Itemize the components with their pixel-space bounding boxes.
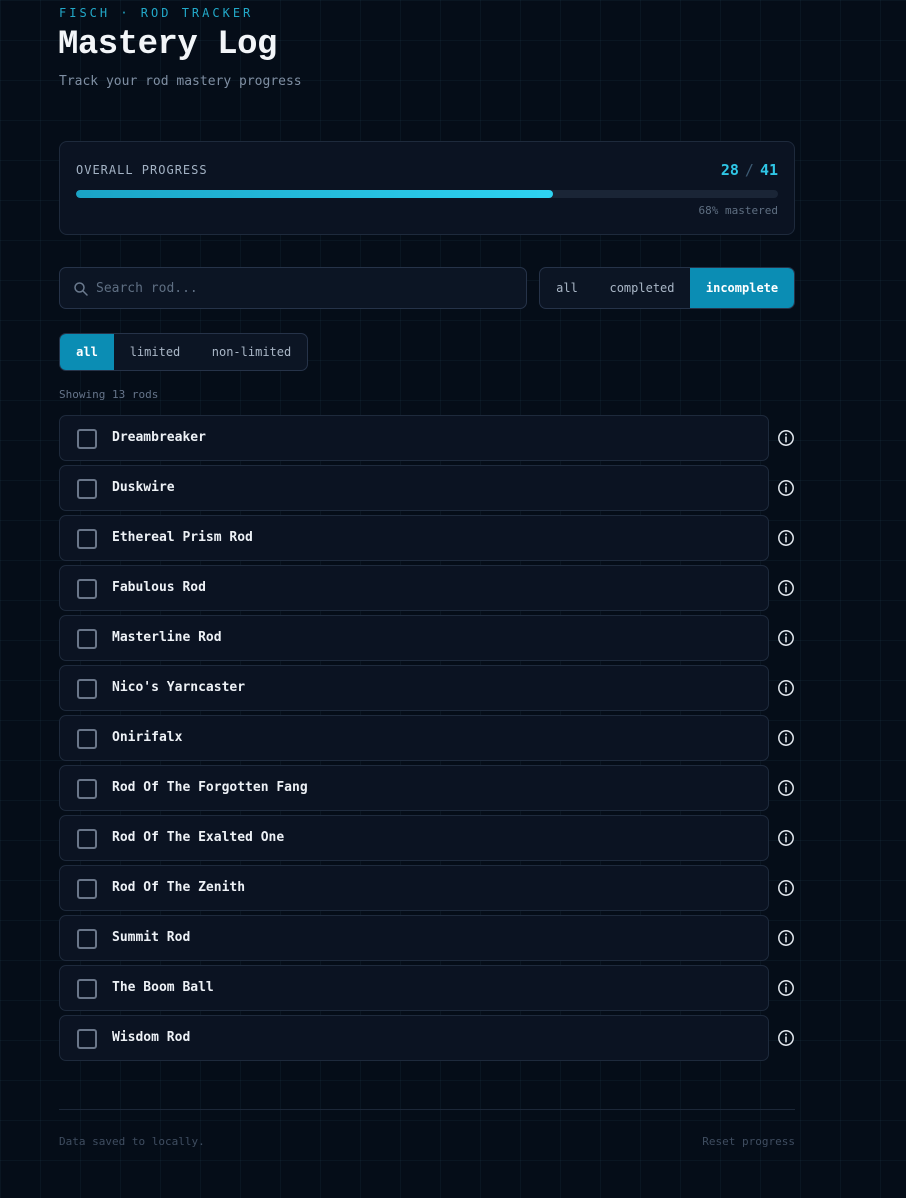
- info-icon[interactable]: [777, 679, 795, 697]
- rod-name: Ethereal Prism Rod: [112, 530, 253, 545]
- progress-separator: /: [744, 161, 754, 179]
- rod-row: Wisdom Rod: [59, 1015, 799, 1065]
- type-filter: all limited non-limited: [59, 333, 308, 371]
- rod-checkbox[interactable]: [77, 879, 97, 899]
- rod-name: Rod Of The Forgotten Fang: [112, 780, 308, 795]
- rod-card[interactable]: Rod Of The Forgotten Fang: [59, 765, 769, 811]
- rod-row: Summit Rod: [59, 915, 799, 965]
- rod-checkbox[interactable]: [77, 1029, 97, 1049]
- rod-card[interactable]: Rod Of The Zenith: [59, 865, 769, 911]
- status-filter-incomplete[interactable]: incomplete: [690, 268, 794, 308]
- info-icon[interactable]: [777, 779, 795, 797]
- rod-row: Onirifalx: [59, 715, 799, 765]
- rod-row: Fabulous Rod: [59, 565, 799, 615]
- rod-name: Summit Rod: [112, 930, 191, 945]
- rod-row: Duskwire: [59, 465, 799, 515]
- progress-label: OVERALL PROGRESS: [76, 163, 208, 177]
- progress-total: 41: [759, 161, 778, 179]
- rod-row: Rod Of The Forgotten Fang: [59, 765, 799, 815]
- search-icon: [74, 282, 88, 296]
- footer-divider: [59, 1109, 795, 1110]
- progress-bar: [76, 190, 778, 198]
- progress-done: 28: [720, 161, 739, 179]
- rod-name: Rod Of The Exalted One: [112, 830, 285, 845]
- footer-note: Data saved to locally.: [59, 1135, 205, 1148]
- info-icon[interactable]: [777, 829, 795, 847]
- rod-card[interactable]: Duskwire: [59, 465, 769, 511]
- rod-checkbox[interactable]: [77, 529, 97, 549]
- status-filter-all[interactable]: all: [540, 268, 594, 308]
- info-icon[interactable]: [777, 479, 795, 497]
- rod-card[interactable]: Rod Of The Exalted One: [59, 815, 769, 861]
- progress-bar-fill: [76, 190, 554, 198]
- rod-card[interactable]: Nico's Yarncaster: [59, 665, 769, 711]
- rod-card[interactable]: Ethereal Prism Rod: [59, 515, 769, 561]
- rod-name: Wisdom Rod: [112, 1030, 191, 1045]
- rod-checkbox[interactable]: [77, 679, 97, 699]
- type-filter-non-limited[interactable]: non-limited: [196, 334, 307, 370]
- rod-name: The Boom Ball: [112, 980, 214, 995]
- rod-name: Masterline Rod: [112, 630, 222, 645]
- rod-name: Nico's Yarncaster: [112, 680, 246, 695]
- rod-name: Fabulous Rod: [112, 580, 206, 595]
- rod-card[interactable]: Summit Rod: [59, 915, 769, 961]
- rod-row: Rod Of The Zenith: [59, 865, 799, 915]
- rod-checkbox[interactable]: [77, 729, 97, 749]
- progress-card: OVERALL PROGRESS 28 / 41 68% mastered: [59, 141, 795, 235]
- info-icon[interactable]: [777, 1029, 795, 1047]
- search-input[interactable]: [96, 268, 516, 308]
- search-box[interactable]: [59, 267, 527, 309]
- rod-checkbox[interactable]: [77, 779, 97, 799]
- rod-name: Duskwire: [112, 480, 175, 495]
- rod-row: Nico's Yarncaster: [59, 665, 799, 715]
- rod-row: Rod Of The Exalted One: [59, 815, 799, 865]
- rod-checkbox[interactable]: [77, 479, 97, 499]
- info-icon[interactable]: [777, 629, 795, 647]
- rod-checkbox[interactable]: [77, 929, 97, 949]
- rod-row: Ethereal Prism Rod: [59, 515, 799, 565]
- info-icon[interactable]: [777, 879, 795, 897]
- rod-checkbox[interactable]: [77, 979, 97, 999]
- rod-checkbox[interactable]: [77, 629, 97, 649]
- progress-percent: 68% mastered: [698, 204, 778, 217]
- reset-progress-button[interactable]: Reset progress: [702, 1135, 795, 1148]
- progress-count: 28 / 41: [721, 161, 778, 179]
- rod-card[interactable]: Wisdom Rod: [59, 1015, 769, 1061]
- rod-row: Masterline Rod: [59, 615, 799, 665]
- rod-card[interactable]: The Boom Ball: [59, 965, 769, 1011]
- rod-name: Onirifalx: [112, 730, 183, 745]
- rod-checkbox[interactable]: [77, 579, 97, 599]
- status-filter-completed[interactable]: completed: [594, 268, 690, 308]
- rod-row: Dreambreaker: [59, 415, 799, 465]
- info-icon[interactable]: [777, 929, 795, 947]
- info-icon[interactable]: [777, 979, 795, 997]
- rod-name: Dreambreaker: [112, 430, 206, 445]
- info-icon[interactable]: [777, 529, 795, 547]
- rod-card[interactable]: Fabulous Rod: [59, 565, 769, 611]
- page-title: Mastery Log: [58, 26, 277, 64]
- info-icon[interactable]: [777, 429, 795, 447]
- rod-card[interactable]: Masterline Rod: [59, 615, 769, 661]
- result-count: Showing 13 rods: [59, 388, 159, 401]
- rod-list: Dreambreaker Duskwire Ethereal Prism Rod Fa…: [59, 415, 799, 1065]
- rod-card[interactable]: Dreambreaker: [59, 415, 769, 461]
- rod-name: Rod Of The Zenith: [112, 880, 246, 895]
- status-filter: all completed incomplete: [539, 267, 795, 309]
- rod-checkbox[interactable]: [77, 829, 97, 849]
- rod-row: The Boom Ball: [59, 965, 799, 1015]
- page-subtitle: Track your rod mastery progress: [59, 74, 302, 89]
- rod-card[interactable]: Onirifalx: [59, 715, 769, 761]
- type-filter-all[interactable]: all: [60, 334, 114, 370]
- app-eyebrow: FISCH · ROD TRACKER: [59, 6, 254, 20]
- rod-checkbox[interactable]: [77, 429, 97, 449]
- info-icon[interactable]: [777, 579, 795, 597]
- type-filter-limited[interactable]: limited: [114, 334, 196, 370]
- page: FISCH · ROD TRACKER Mastery Log Track yo…: [0, 0, 906, 1198]
- info-icon[interactable]: [777, 729, 795, 747]
